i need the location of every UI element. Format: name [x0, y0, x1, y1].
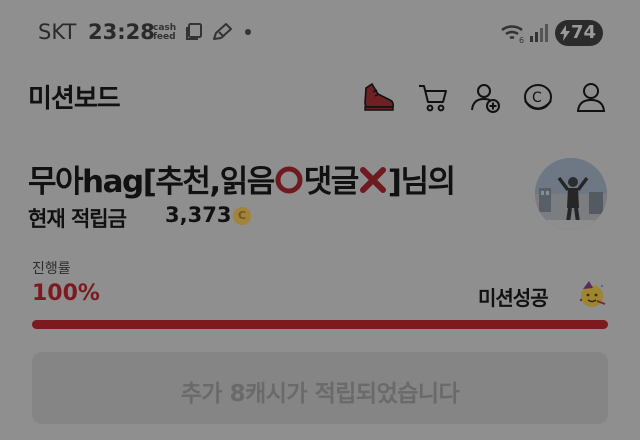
avatar[interactable] [535, 158, 607, 230]
status-bar: SKT 23:28 cash feed 6 74 [0, 0, 640, 66]
carrier-label: SKT [38, 20, 77, 44]
cross-mark-icon [359, 167, 386, 193]
add-user-icon[interactable] [469, 80, 503, 114]
cart-icon[interactable] [416, 80, 450, 114]
copy-icon [186, 23, 202, 40]
pencil-icon [213, 23, 232, 40]
mission-status: 미션성공 [478, 286, 549, 310]
battery-level: 74 [571, 22, 597, 43]
progress-label: 진행률 [32, 261, 71, 277]
shoe-icon[interactable] [362, 80, 396, 114]
party-face-icon [579, 281, 606, 307]
notification-dot-icon [245, 29, 251, 35]
balance-label: 현재 적립금 [28, 207, 127, 231]
profile-icon[interactable] [574, 80, 608, 114]
progress-bar [32, 320, 608, 329]
signal-icon [530, 24, 548, 42]
progress-bar-fill [32, 320, 608, 329]
charging-icon [560, 25, 570, 41]
progress-value: 100% [32, 281, 100, 306]
wifi-icon: 6 [501, 25, 524, 44]
status-time: 23:28 [88, 20, 155, 44]
reward-banner-text: 추가 8캐시가 적립되었습니다 [180, 381, 460, 407]
user-name-heading: 무아hag[추천,읽음 댓글]님의 [28, 164, 456, 200]
page-title: 미션보드 [28, 84, 121, 114]
battery-indicator: 74 [555, 20, 603, 46]
circle-mark-icon [275, 166, 303, 194]
cash-coin-icon[interactable]: C [521, 80, 555, 114]
svg-text:6: 6 [519, 36, 524, 44]
balance-value: 3,373 [165, 203, 232, 227]
cashfeed-icon: cash feed [153, 23, 177, 42]
svg-text:C: C [532, 90, 542, 106]
reward-banner: 추가 8캐시가 적립되었습니다 [32, 352, 608, 424]
coin-icon: C [233, 207, 251, 225]
